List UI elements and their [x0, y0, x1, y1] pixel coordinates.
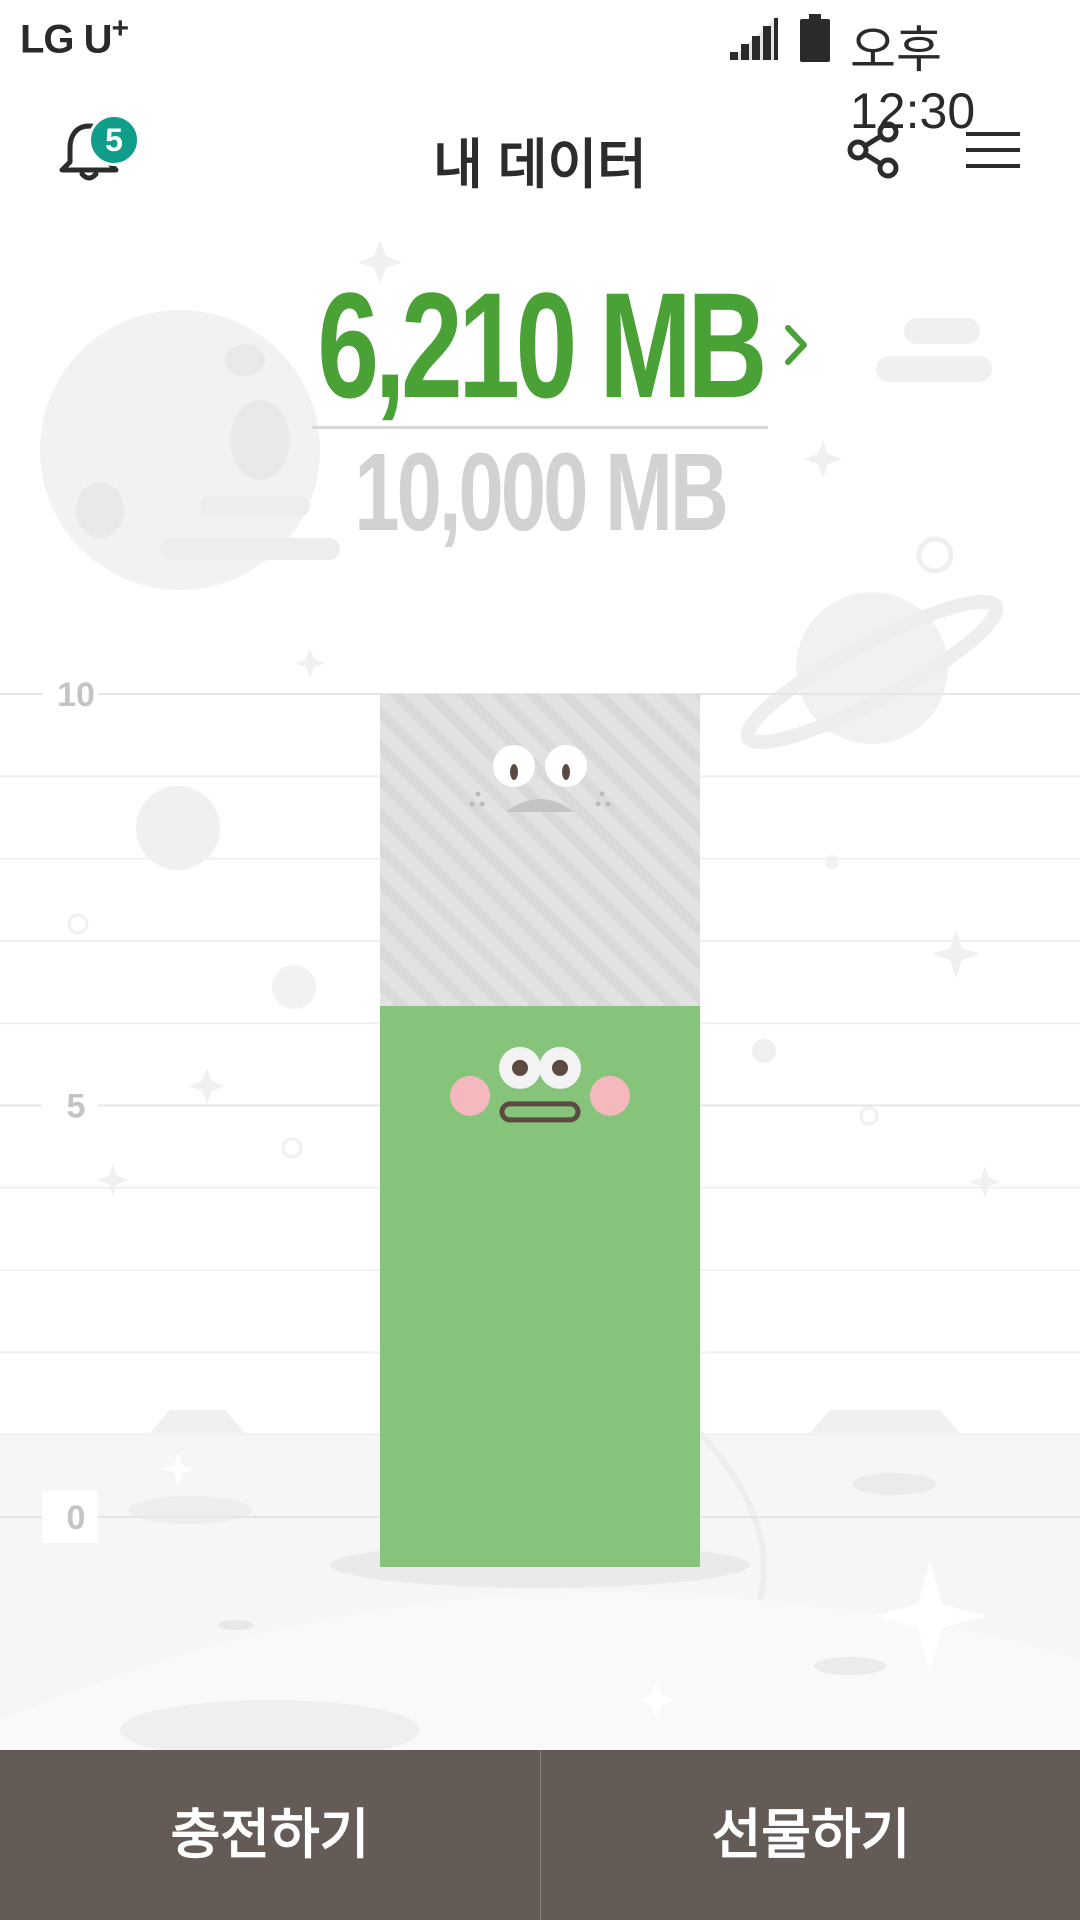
remaining-capacity-bar [380, 694, 700, 1006]
y-tick-label: 5 [67, 1088, 86, 1126]
data-usage-chart: 0 5 10 [0, 668, 1080, 1587]
chart-y-ticks: 0 5 10 [42, 668, 98, 1543]
y-tick-label: 0 [67, 1499, 86, 1537]
chart-bars [330, 694, 750, 1587]
used-data-bar [380, 1005, 700, 1567]
y-tick-label: 10 [57, 676, 95, 714]
gift-button[interactable]: 선물하기 [541, 1750, 1080, 1920]
charge-button[interactable]: 충전하기 [0, 1750, 540, 1920]
bottom-action-bar: 충전하기 선물하기 [0, 1750, 1080, 1920]
